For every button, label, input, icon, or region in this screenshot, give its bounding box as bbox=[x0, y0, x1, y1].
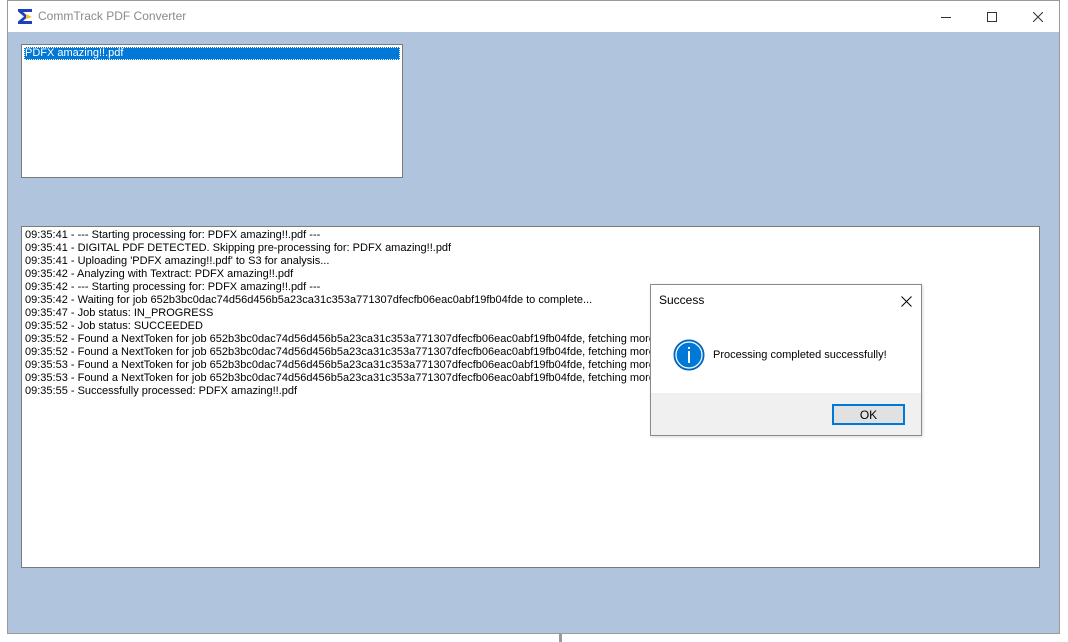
log-line: 09:35:41 - DIGITAL PDF DETECTED. Skippin… bbox=[25, 242, 452, 254]
log-line: 09:35:47 - Job status: IN_PROGRESS bbox=[25, 307, 214, 319]
maximize-icon bbox=[987, 11, 997, 22]
window-close-button[interactable] bbox=[1015, 1, 1059, 32]
file-list-item[interactable]: PDFX amazing!!.pdf bbox=[24, 47, 400, 60]
ok-button[interactable]: OK bbox=[832, 404, 905, 425]
close-icon bbox=[900, 295, 912, 307]
log-line: 09:35:41 - --- Starting processing for: … bbox=[25, 229, 321, 241]
window-title: CommTrack PDF Converter bbox=[38, 9, 187, 23]
title-bar[interactable]: CommTrack PDF Converter bbox=[8, 1, 1059, 32]
log-line: 09:35:52 - Found a NextToken for job 652… bbox=[25, 333, 662, 345]
log-line: 09:35:42 - Analyzing with Textract: PDFX… bbox=[25, 268, 294, 280]
maximize-button[interactable] bbox=[969, 1, 1015, 32]
log-line: 09:35:41 - Uploading 'PDFX amazing!!.pdf… bbox=[25, 255, 330, 267]
log-line: 09:35:52 - Found a NextToken for job 652… bbox=[25, 346, 662, 358]
dialog-footer: OK bbox=[651, 393, 921, 435]
log-line: 09:35:55 - Successfully processed: PDFX … bbox=[25, 385, 298, 397]
success-dialog: Success Processing completed successfull… bbox=[650, 284, 922, 436]
log-lines: 09:35:41 - --- Starting processing for: … bbox=[25, 229, 662, 398]
dialog-close-button[interactable] bbox=[895, 291, 917, 311]
log-line: 09:35:53 - Found a NextToken for job 652… bbox=[25, 359, 662, 371]
log-line: 09:35:52 - Job status: SUCCEEDED bbox=[25, 320, 203, 332]
dialog-message: Processing completed successfully! bbox=[713, 349, 887, 361]
background-edge bbox=[559, 634, 562, 642]
info-icon bbox=[673, 339, 705, 371]
log-line: 09:35:53 - Found a NextToken for job 652… bbox=[25, 372, 662, 384]
log-line: 09:35:42 - --- Starting processing for: … bbox=[25, 281, 321, 293]
file-list[interactable]: PDFX amazing!!.pdf bbox=[21, 44, 403, 178]
close-icon bbox=[1033, 11, 1043, 22]
commtrack-app-icon bbox=[18, 9, 32, 24]
minimize-button[interactable] bbox=[923, 1, 969, 32]
minimize-icon bbox=[941, 16, 951, 18]
dialog-title: Success bbox=[659, 293, 705, 307]
log-line: 09:35:42 - Waiting for job 652b3bc0dac74… bbox=[25, 294, 593, 306]
